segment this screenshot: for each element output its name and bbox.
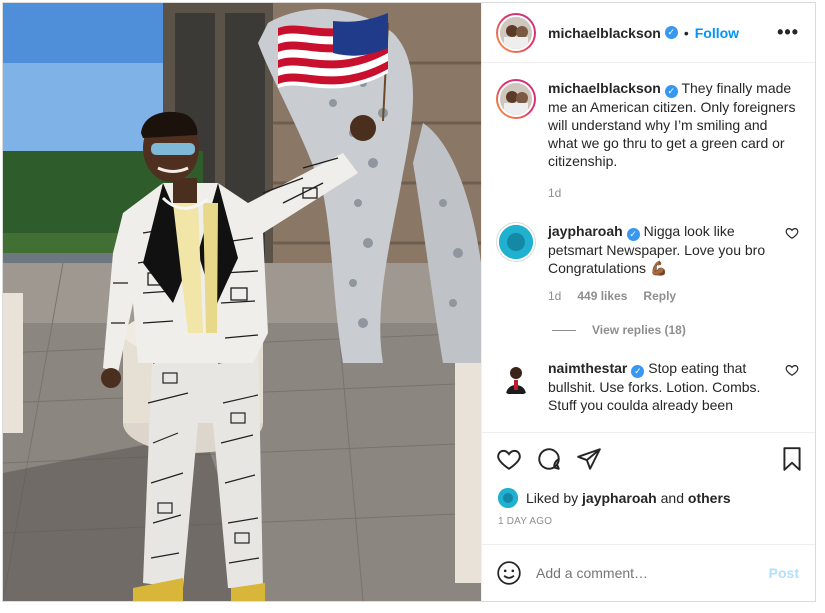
author-avatar[interactable]: [496, 12, 536, 53]
header-separator: •: [683, 24, 689, 41]
comment-input[interactable]: [536, 565, 769, 581]
view-replies-label: View replies (18): [592, 323, 686, 337]
verified-badge-icon: ✓: [626, 228, 640, 241]
follow-button[interactable]: Follow: [695, 25, 739, 41]
liker-username[interactable]: jaypharoah: [582, 490, 657, 506]
smiley-icon[interactable]: [496, 560, 522, 586]
comment-avatar[interactable]: [496, 222, 536, 262]
comment-avatar-image: [499, 225, 533, 259]
likes-prefix: Liked by: [526, 490, 579, 506]
heart-icon[interactable]: [785, 226, 799, 240]
view-replies-line: [552, 329, 576, 331]
comment-item: jaypharoah ✓ Nigga look like petsmart New…: [496, 222, 799, 305]
comment-avatar-image: [499, 362, 533, 396]
comment-item: naimthestar ✓ Stop eating that bullshit. …: [496, 359, 799, 414]
liker-avatar[interactable]: [498, 488, 518, 508]
add-comment-bar: Post: [482, 544, 815, 601]
author-avatar-image: [500, 16, 532, 49]
comment-username[interactable]: naimthestar: [548, 360, 627, 376]
caption-avatar-image: [500, 83, 532, 115]
photo-illustration: [3, 3, 481, 601]
caption-username[interactable]: michaelblackson: [548, 80, 661, 96]
reply-button[interactable]: Reply: [643, 287, 676, 305]
instagram-post: michaelblackson ✓ • Follow ••• michaelbl…: [2, 2, 816, 602]
caption-time[interactable]: 1d: [548, 184, 561, 202]
comment-avatar[interactable]: [496, 359, 536, 399]
liker-avatar-image: [498, 488, 518, 508]
post-actions: [482, 432, 815, 484]
comments-list[interactable]: michaelblackson ✓ They finally made me an…: [482, 63, 815, 432]
paper-plane-icon[interactable]: [576, 446, 602, 472]
comment-likes[interactable]: 449 likes: [577, 287, 627, 305]
speech-bubble-icon[interactable]: [536, 446, 562, 472]
post-comment-button[interactable]: Post: [769, 565, 799, 581]
caption: michaelblackson ✓ They finally made me an…: [496, 79, 799, 202]
verified-badge-icon: ✓: [664, 85, 678, 98]
post-photo[interactable]: [3, 3, 481, 601]
post-header: michaelblackson ✓ • Follow •••: [482, 3, 815, 63]
caption-avatar[interactable]: [496, 79, 536, 119]
author-username[interactable]: michaelblackson: [548, 25, 661, 41]
post-date[interactable]: 1 DAY AGO: [482, 512, 815, 544]
likes-middle: and: [660, 490, 684, 506]
more-options-icon[interactable]: •••: [777, 22, 799, 43]
bookmark-icon[interactable]: [779, 446, 805, 472]
verified-badge-icon: ✓: [631, 365, 645, 378]
comment-time[interactable]: 1d: [548, 287, 561, 305]
post-side-panel: michaelblackson ✓ • Follow ••• michaelbl…: [481, 3, 815, 601]
heart-icon[interactable]: [785, 363, 799, 377]
comment-username[interactable]: jaypharoah: [548, 223, 623, 239]
verified-badge-icon: ✓: [664, 26, 678, 39]
likes-others-link[interactable]: others: [688, 490, 731, 506]
view-replies-button[interactable]: View replies (18): [552, 323, 799, 337]
likes-summary: Liked by jaypharoah and others: [482, 484, 815, 512]
heart-icon[interactable]: [496, 446, 522, 472]
